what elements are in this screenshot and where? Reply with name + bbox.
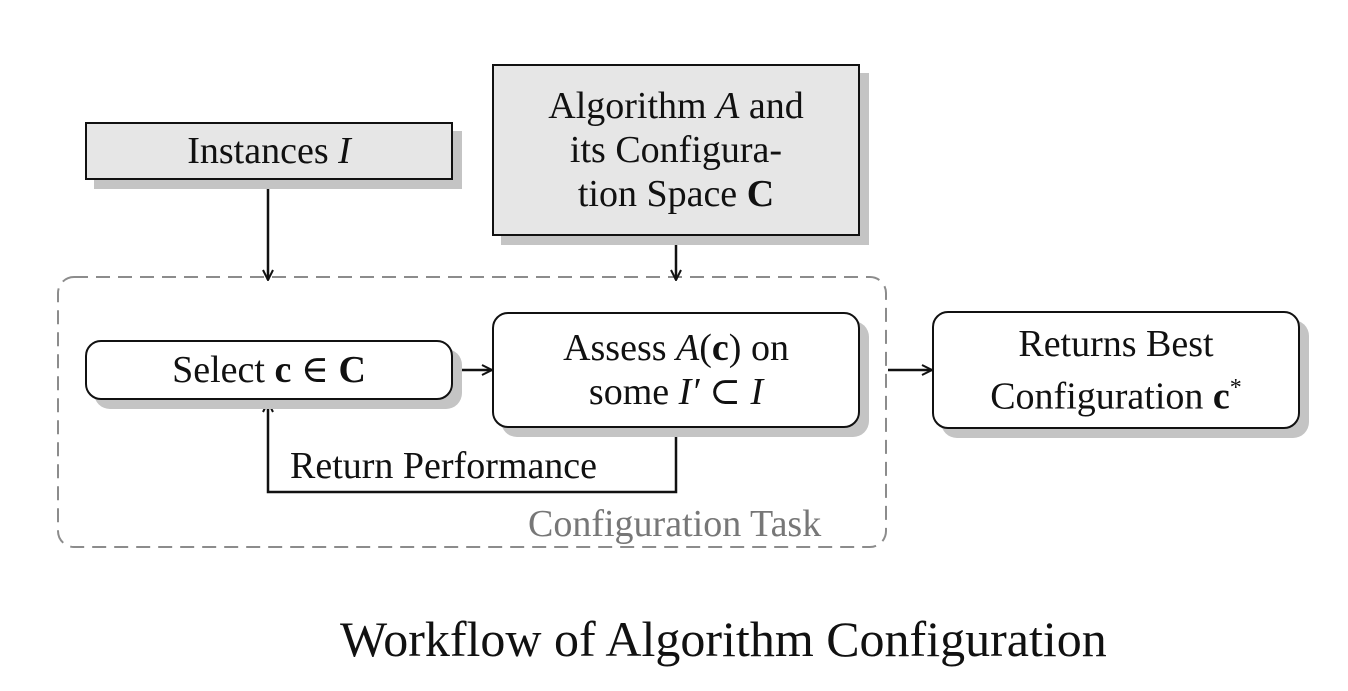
configuration-task-label: Configuration Task: [528, 503, 822, 545]
select-label: Select c ∈ C: [172, 349, 366, 391]
instances-label: Instances I: [187, 130, 351, 172]
assess-box: Assess A(c) on some I′ ⊂ I: [492, 312, 860, 428]
algorithm-box: Algorithm A and its Configura- tion Spac…: [492, 64, 860, 236]
instances-box: Instances I: [85, 122, 453, 180]
returns-label: Returns Best Configuration c*: [990, 322, 1242, 418]
algorithm-label: Algorithm A and its Configura- tion Spac…: [548, 85, 804, 215]
assess-label: Assess A(c) on some I′ ⊂ I: [563, 327, 789, 413]
select-box: Select c ∈ C: [85, 340, 453, 400]
returns-box: Returns Best Configuration c*: [932, 311, 1300, 429]
figure-caption: Workflow of Algorithm Configuration: [340, 611, 1107, 667]
return-performance-label: Return Performance: [290, 445, 598, 487]
